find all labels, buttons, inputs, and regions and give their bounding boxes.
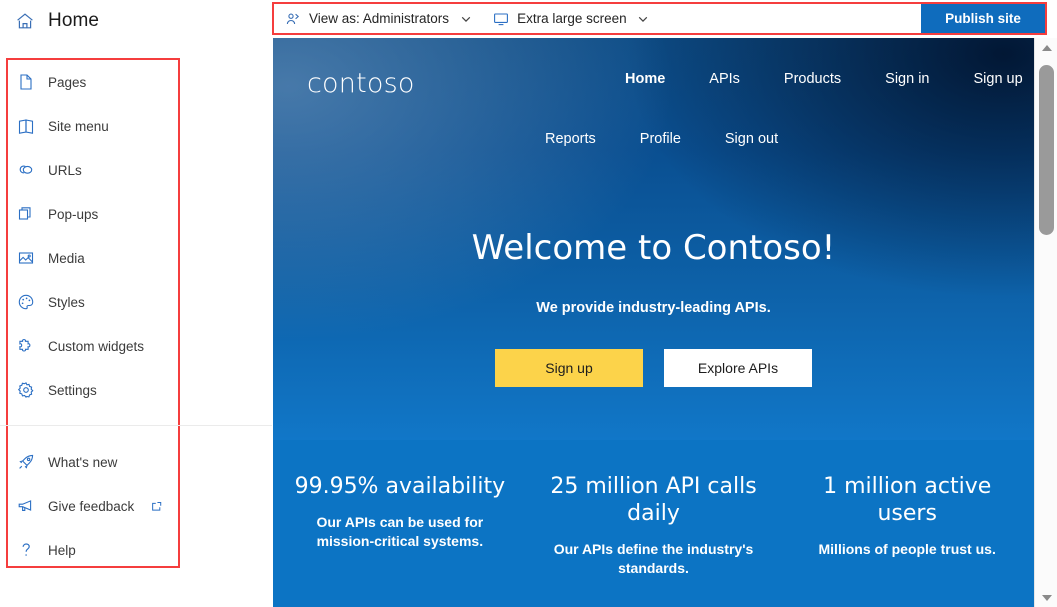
- site-nav-link-apis[interactable]: APIs: [687, 71, 762, 87]
- site-preview: contoso Home APIs Products Sign in Sign …: [273, 38, 1034, 607]
- site-nav-link-home[interactable]: Home: [603, 71, 687, 87]
- sidebar-item-give-feedback[interactable]: Give feedback: [8, 484, 198, 528]
- sidebar-item-site-menu[interactable]: Site menu: [8, 104, 188, 148]
- sidebar-item-settings[interactable]: Settings: [8, 368, 188, 412]
- monitor-icon: [492, 10, 509, 27]
- page-icon: [16, 72, 36, 92]
- sidebar-item-label: Media: [48, 250, 85, 266]
- sidebar-item-label: Pages: [48, 74, 87, 90]
- site-nav-link-sign-up[interactable]: Sign up: [952, 71, 1035, 87]
- hero-cta-group: Sign up Explore APIs: [273, 349, 1034, 387]
- site-nav-link-sign-out[interactable]: Sign out: [703, 131, 800, 147]
- sidebar-item-label: What's new: [48, 454, 118, 470]
- preview-vertical-scrollbar[interactable]: [1034, 38, 1057, 607]
- home-icon: [14, 10, 36, 32]
- question-icon: [16, 540, 36, 560]
- stat-body: Our APIs can be used for mission-critica…: [316, 513, 484, 549]
- sidebar-item-urls[interactable]: URLs: [8, 148, 188, 192]
- site-nav-link-sign-in[interactable]: Sign in: [863, 71, 951, 87]
- sidebar-item-label: Give feedback: [48, 498, 135, 514]
- chevron-down-icon: [637, 12, 650, 25]
- settings-icon: [16, 380, 36, 400]
- site-hero-section: contoso Home APIs Products Sign in Sign …: [273, 38, 1034, 440]
- site-nav-link-reports[interactable]: Reports: [523, 131, 618, 147]
- rocket-icon: [16, 452, 36, 472]
- people-icon: [284, 10, 301, 27]
- stat-headline: 99.95% availability: [294, 474, 506, 499]
- sidebar-item-styles[interactable]: Styles: [8, 280, 188, 324]
- urls-icon: [16, 160, 36, 180]
- page-title-label: Home: [48, 10, 100, 31]
- popups-icon: [16, 204, 36, 224]
- sidebar-item-label: URLs: [48, 162, 82, 178]
- sidebar-item-label: Pop-ups: [48, 206, 99, 222]
- page-title-home[interactable]: Home: [14, 10, 99, 32]
- screen-size-label: Extra large screen: [517, 11, 627, 26]
- stat-active-users: 1 million active users Millions of peopl…: [780, 440, 1034, 607]
- nav-list-primary: Pages Site menu URLs Pop-ups Media Style…: [8, 60, 188, 412]
- site-nav-link-profile[interactable]: Profile: [618, 131, 703, 147]
- sidebar-item-label: Site menu: [48, 118, 109, 134]
- custom-widgets-icon: [16, 336, 36, 356]
- sidebar-item-label: Settings: [48, 382, 97, 398]
- hero-explore-apis-button[interactable]: Explore APIs: [664, 349, 812, 387]
- sidebar-item-pages[interactable]: Pages: [8, 60, 188, 104]
- stat-availability: 99.95% availability Our APIs can be used…: [273, 440, 527, 607]
- preview-toolbar: View as: Administrators Extra large scre…: [272, 2, 1047, 35]
- sidebar-item-custom-widgets[interactable]: Custom widgets: [8, 324, 188, 368]
- scroll-down-arrow-icon[interactable]: [1035, 588, 1057, 607]
- hero-sign-up-button[interactable]: Sign up: [495, 349, 643, 387]
- screen-size-dropdown[interactable]: Extra large screen: [482, 4, 660, 33]
- hero-title: Welcome to Contoso!: [471, 228, 836, 268]
- stats-band: 99.95% availability Our APIs can be used…: [273, 440, 1034, 607]
- external-link-icon: [151, 501, 162, 512]
- site-nav-link-products[interactable]: Products: [762, 71, 863, 87]
- site-logo[interactable]: contoso: [307, 68, 415, 99]
- app-root: Home Pages Site menu URLs Pop-ups Media …: [0, 0, 1057, 607]
- megaphone-icon: [16, 496, 36, 516]
- sidebar-item-help[interactable]: Help: [8, 528, 198, 572]
- hero-subtitle: We provide industry-leading APIs.: [536, 300, 771, 316]
- scrollbar-thumb[interactable]: [1039, 65, 1054, 235]
- sidebar-item-whats-new[interactable]: What's new: [8, 440, 198, 484]
- sidebar-item-popups[interactable]: Pop-ups: [8, 192, 188, 236]
- stat-body: Millions of people trust us.: [818, 540, 996, 557]
- stat-headline: 25 million API calls daily: [550, 474, 757, 526]
- stat-headline: 1 million active users: [823, 474, 992, 526]
- nav-divider: [0, 425, 272, 426]
- sidebar-item-label: Help: [48, 542, 76, 558]
- publish-site-button[interactable]: Publish site: [921, 4, 1045, 33]
- left-navigation-pane: Home Pages Site menu URLs Pop-ups Media …: [0, 0, 272, 607]
- nav-list-secondary: What's new Give feedback Help: [8, 440, 198, 572]
- media-icon: [16, 248, 36, 268]
- site-nav-secondary: Reports Profile Sign out: [523, 131, 800, 147]
- site-menu-icon: [16, 116, 36, 136]
- stat-api-calls: 25 million API calls daily Our APIs defi…: [527, 440, 781, 607]
- styles-icon: [16, 292, 36, 312]
- scroll-up-arrow-icon[interactable]: [1035, 38, 1057, 57]
- chevron-down-icon: [459, 12, 472, 25]
- sidebar-item-label: Styles: [48, 294, 85, 310]
- view-as-dropdown[interactable]: View as: Administrators: [274, 4, 482, 33]
- stat-body: Our APIs define the industry's standards…: [553, 540, 754, 576]
- site-nav-primary: Home APIs Products Sign in Sign up: [603, 71, 1034, 87]
- view-as-label: View as: Administrators: [309, 11, 450, 26]
- sidebar-item-label: Custom widgets: [48, 338, 145, 354]
- sidebar-item-media[interactable]: Media: [8, 236, 188, 280]
